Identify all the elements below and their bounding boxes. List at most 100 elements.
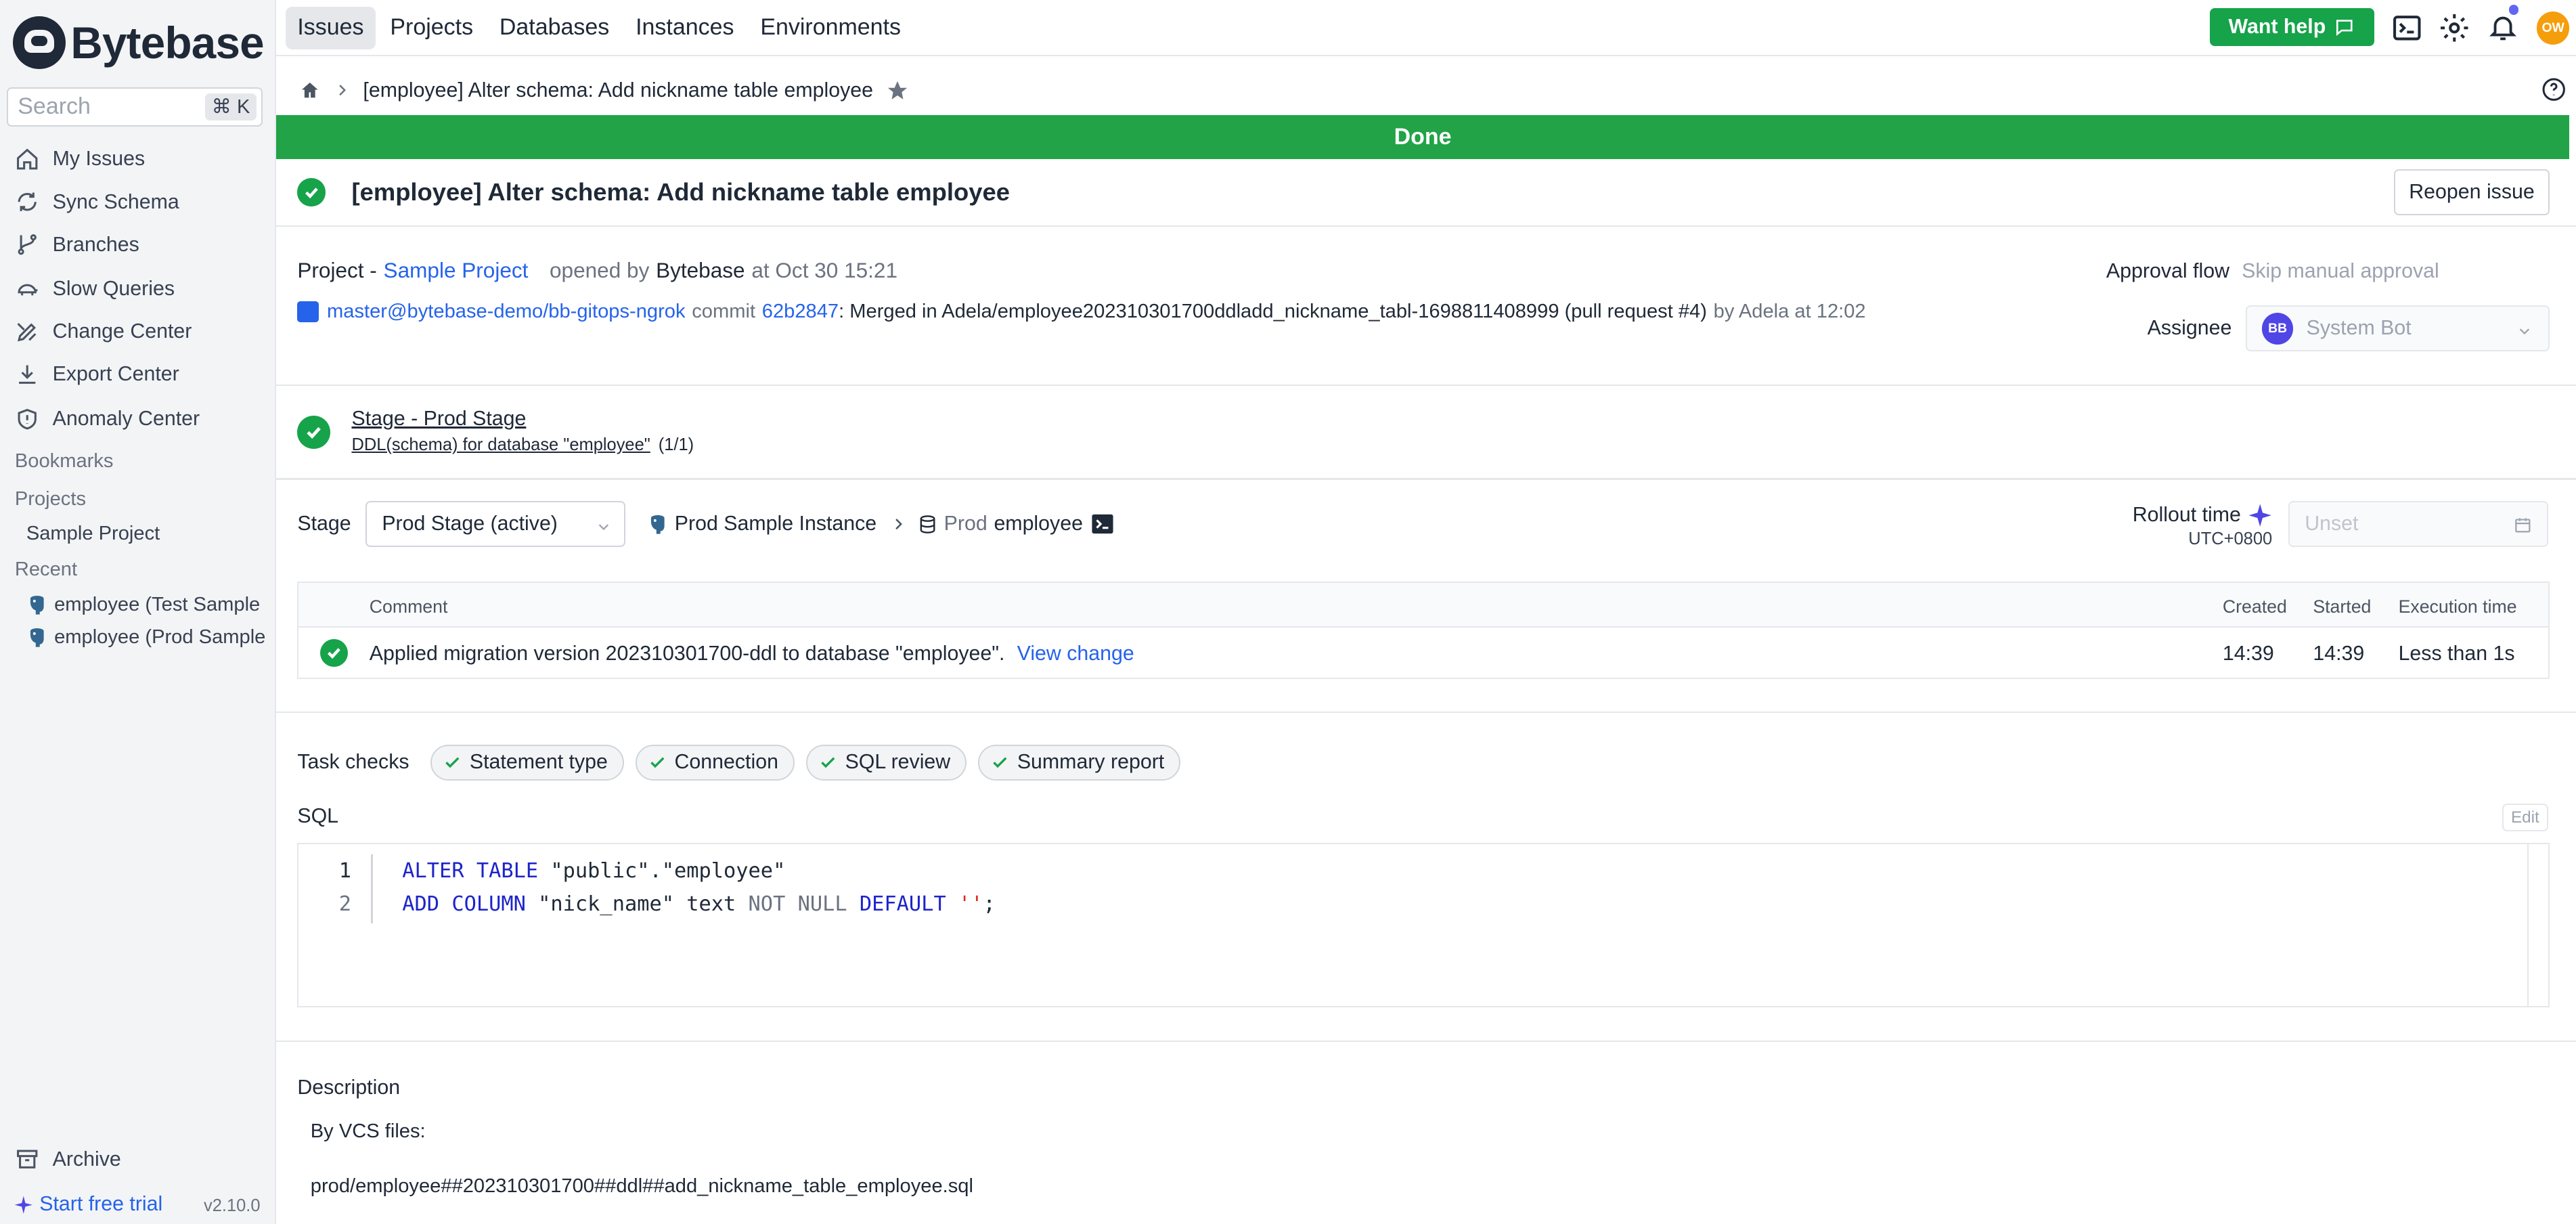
chevron-down-icon (598, 523, 608, 530)
vcs-repo-link[interactable]: master@bytebase-demo/bb-gitops-ngrok (327, 301, 686, 323)
check-icon (821, 757, 835, 768)
stage-select[interactable]: Prod Stage (active) (365, 501, 625, 548)
bookmarks-label[interactable]: Bookmarks (15, 450, 114, 473)
assignee-label: Assignee (2147, 317, 2232, 340)
reopen-issue-button[interactable]: Reopen issue (2393, 169, 2550, 215)
home-icon[interactable] (299, 80, 321, 102)
pencil-ruler-icon (17, 323, 37, 342)
approval-flow: Approval flow Skip manual approval (2106, 260, 2439, 283)
check-sql-review[interactable]: SQL review (805, 744, 967, 781)
tab-databases[interactable]: Databases (488, 7, 621, 49)
task-checks-label: Task checks (297, 751, 409, 774)
commit-message: : Merged in Adela/employee202310301700dd… (839, 301, 1707, 323)
description-line: prod/employee##202310301700##ddl##add_ni… (310, 1175, 973, 1197)
column-created: Created (2222, 596, 2287, 617)
bytebase-logo-icon (13, 16, 66, 69)
view-change-link[interactable]: View change (1017, 642, 1134, 665)
help-icon[interactable] (2541, 77, 2566, 102)
issue-title[interactable]: [employee] Alter schema: Add nickname ta… (351, 178, 1010, 206)
approval-flow-label: Approval flow (2106, 259, 2229, 282)
sidebar-item-slow-queries[interactable]: Slow Queries (15, 273, 175, 306)
recent-item-test[interactable]: employee (Test Sample Instance) (26, 592, 265, 618)
sql-keyword: ADD COLUMN (402, 892, 526, 916)
sidebar-item-export-center[interactable]: Export Center (15, 358, 179, 391)
want-help-button[interactable]: Want help (2209, 8, 2374, 46)
database-icon (920, 515, 935, 533)
tab-issues[interactable]: Issues (286, 6, 376, 49)
stage-subtitle: DDL(schema) for database "employee" (1/1… (351, 435, 694, 455)
bell-icon[interactable] (2487, 12, 2518, 43)
success-check-icon (319, 638, 349, 668)
assignee-select[interactable]: BB System Bot (2246, 305, 2550, 352)
task-checks: Task checks Statement type Connection SQ… (297, 744, 1192, 781)
code-line: ADD COLUMN "nick_name" text NOT NULL DEF… (402, 892, 996, 916)
sql-text: ; (983, 892, 996, 916)
start-free-trial-link[interactable]: Start free trial (13, 1193, 162, 1216)
check-label: SQL review (845, 751, 951, 774)
database-link[interactable]: employee (994, 512, 1083, 536)
sql-editor-icon[interactable] (1091, 512, 1114, 536)
tab-environments[interactable]: Environments (749, 7, 912, 49)
user-avatar[interactable]: OW (2536, 11, 2570, 45)
turtle-icon (18, 284, 38, 296)
instance-link[interactable]: Prod Sample Instance (647, 512, 876, 536)
stage-progress: (1/1) (658, 435, 694, 455)
sidebar-project-sample-project[interactable]: Sample Project (26, 523, 160, 545)
assignee-avatar: BB (2262, 313, 2294, 345)
check-icon (650, 757, 665, 768)
rollout-time-label: Rollout time (2133, 503, 2272, 527)
commit-author: by Adela at 12:02 (1713, 301, 1866, 323)
commit-hash-link[interactable]: 62b2847 (762, 301, 839, 323)
search-box[interactable]: ⌘ K (6, 87, 263, 127)
sidebar-item-label: Export Center (52, 363, 179, 386)
check-statement-type[interactable]: Statement type (430, 744, 624, 781)
stage-done-check-icon (297, 416, 330, 449)
editor-scrollbar[interactable] (2527, 844, 2529, 1006)
assignee-name: System Bot (2306, 317, 2412, 340)
project-link[interactable]: Sample Project (384, 258, 529, 283)
sidebar-item-archive[interactable]: Archive (15, 1147, 121, 1171)
check-summary-report[interactable]: Summary report (978, 744, 1181, 781)
divider (275, 1040, 2576, 1042)
sql-editor[interactable]: 1 2 ALTER TABLE "public"."employee" ADD … (297, 843, 2550, 1007)
search-input[interactable] (18, 93, 199, 121)
edit-sql-button[interactable]: Edit (2502, 803, 2548, 832)
sidebar-item-label: Branches (52, 233, 139, 256)
sidebar-item-change-center[interactable]: Change Center (15, 315, 192, 349)
terminal-icon[interactable] (2391, 12, 2424, 45)
sidebar-item-my-issues[interactable]: My Issues (15, 143, 145, 176)
sidebar-item-anomaly-center[interactable]: Anomaly Center (15, 403, 200, 436)
sidebar-item-sync-schema[interactable]: Sync Schema (15, 185, 179, 219)
archive-icon (16, 1150, 38, 1169)
check-icon (993, 757, 1007, 768)
sidebar-item-branches[interactable]: Branches (15, 228, 139, 261)
recent-item-label: employee (Test Sample Instance) (54, 593, 265, 615)
rollout-placeholder: Unset (2305, 512, 2359, 536)
creator-name: Bytebase (656, 258, 745, 283)
postgres-icon (30, 628, 44, 647)
postgres-icon (30, 595, 44, 615)
stage-row-label: Stage (297, 512, 351, 536)
stage-title[interactable]: Stage - Prod Stage (351, 408, 526, 431)
sidebar-item-label: Slow Queries (52, 278, 175, 301)
gear-icon[interactable] (2438, 12, 2471, 45)
sql-label: SQL (297, 805, 339, 828)
check-label: Statement type (469, 751, 608, 774)
issue-meta: Project - Sample Project opened by Byteb… (297, 258, 897, 283)
recent-item-prod[interactable]: employee (Prod Sample Instance) (26, 624, 265, 651)
column-started: Started (2313, 596, 2372, 617)
tab-projects[interactable]: Projects (378, 7, 485, 49)
tab-instances[interactable]: Instances (624, 7, 745, 49)
stage-task-name[interactable]: DDL(schema) for database "employee" (351, 435, 650, 454)
description-label: Description (297, 1076, 401, 1099)
logo[interactable]: Bytebase (13, 15, 265, 71)
commit-label: commit (692, 301, 756, 323)
star-icon[interactable] (886, 79, 909, 102)
sql-text: "nick_name" text (525, 892, 749, 916)
check-connection[interactable]: Connection (635, 744, 795, 781)
check-label: Connection (674, 751, 778, 774)
chevron-right-icon (338, 85, 346, 96)
rollout-time-input[interactable]: Unset (2288, 501, 2548, 548)
